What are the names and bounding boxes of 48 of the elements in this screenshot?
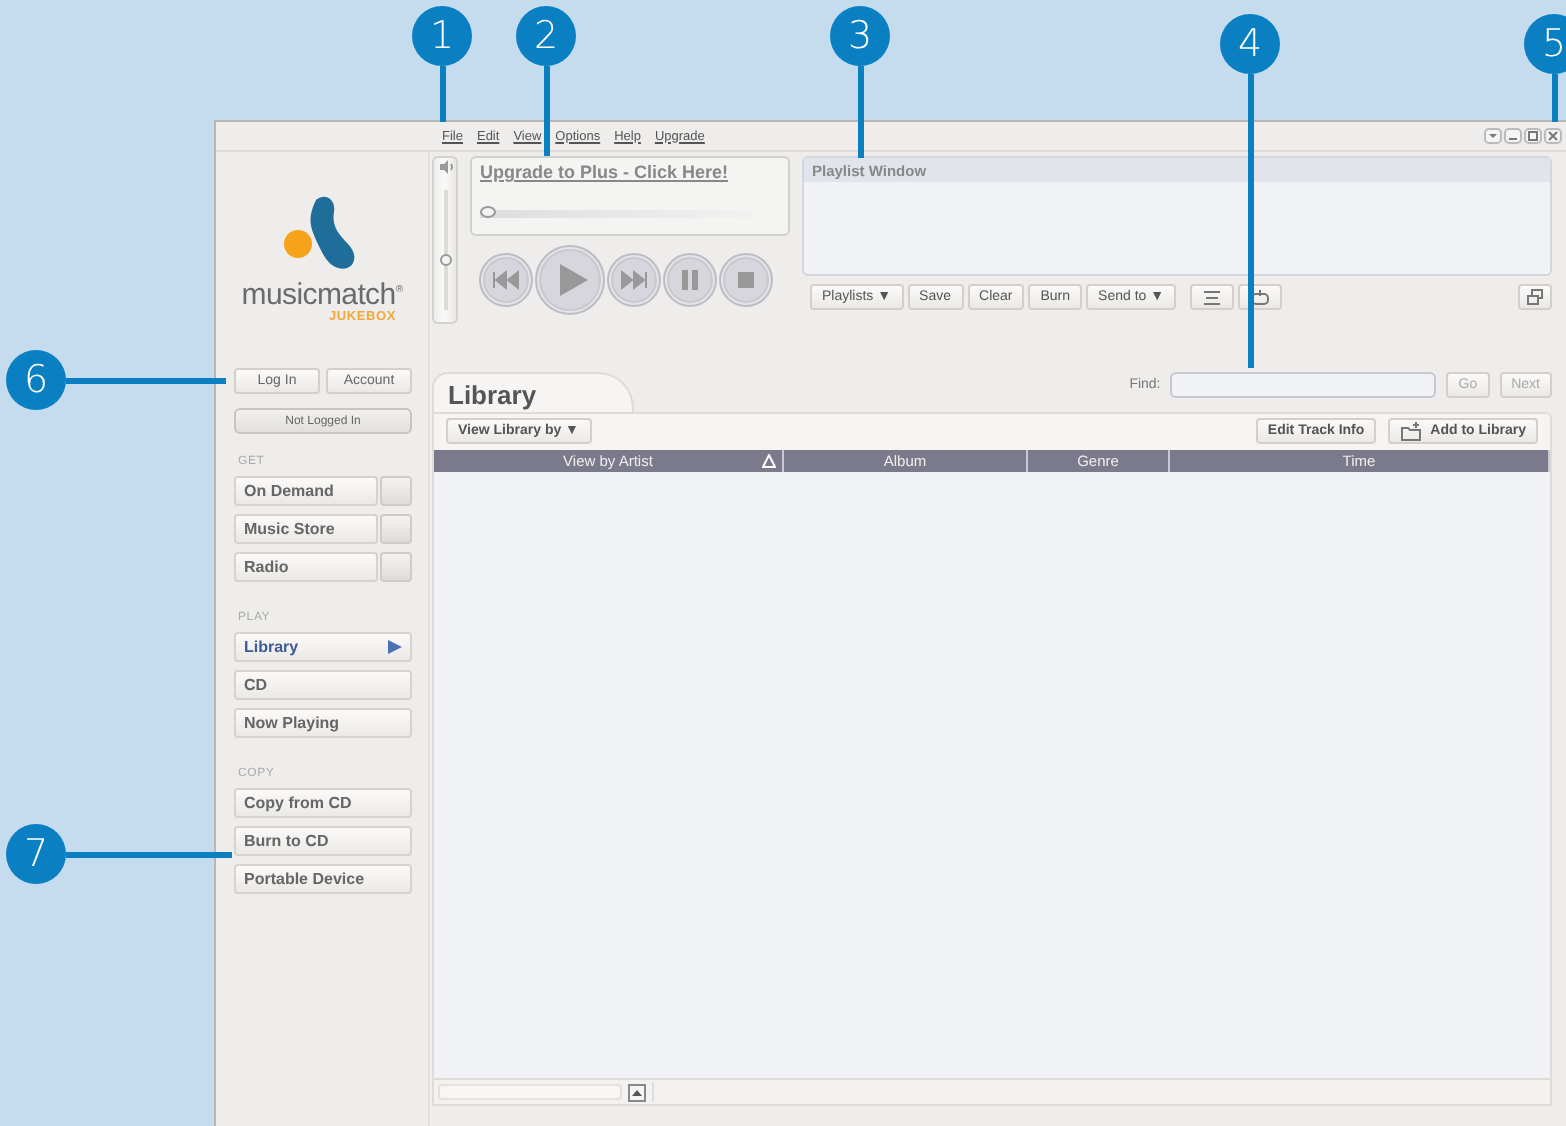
leader-line [857, 66, 863, 158]
upload-icon[interactable] [628, 1083, 646, 1101]
callout-badge: 7 [6, 824, 66, 884]
seek-thumb[interactable] [480, 206, 496, 218]
leader-line [439, 66, 445, 122]
list-view-button[interactable] [1190, 284, 1235, 310]
lines-icon [1202, 289, 1223, 305]
sidebar-item[interactable]: CD [234, 670, 412, 700]
sidebar-item[interactable]: Burn to CD [234, 826, 412, 856]
dropdown-icon[interactable] [1484, 128, 1502, 144]
detach-button[interactable] [1518, 284, 1552, 310]
leader-line [1551, 74, 1557, 122]
leader-line [543, 66, 549, 156]
side-button[interactable] [380, 552, 412, 582]
side-button[interactable] [380, 514, 412, 544]
sidebar-item[interactable]: Copy from CD [234, 788, 412, 818]
pause-icon[interactable] [662, 252, 718, 308]
library-tab[interactable]: Library [432, 372, 635, 412]
sidebar-item[interactable]: Portable Device [234, 864, 412, 894]
side-button[interactable] [380, 476, 412, 506]
windows-icon [1526, 288, 1544, 306]
play-arrow-icon [388, 640, 402, 654]
speaker-icon [437, 158, 453, 176]
next-icon[interactable] [606, 252, 662, 308]
callout-badge: 1 [412, 6, 472, 66]
close-icon[interactable] [1544, 128, 1562, 144]
sidebar-item[interactable]: Music Store [234, 514, 378, 544]
sidebar-item[interactable]: Radio [234, 552, 378, 582]
stop-icon[interactable] [718, 252, 774, 308]
sidebar-item[interactable]: Library [234, 632, 412, 662]
repeat-icon [1250, 289, 1271, 305]
sort-icon [762, 454, 776, 468]
find-field[interactable] [1170, 372, 1437, 398]
callout-badge: 5 [1524, 14, 1566, 74]
callout-badge: 2 [516, 6, 576, 66]
sidebar-item[interactable]: Now Playing [234, 708, 412, 738]
sidebar-item[interactable]: On Demand [234, 476, 378, 506]
callout-badge: 3 [830, 6, 890, 66]
callout-badge: 4 [1220, 14, 1280, 74]
minimize-icon[interactable] [1504, 128, 1522, 144]
previous-icon[interactable] [478, 252, 534, 308]
maximize-icon[interactable] [1524, 128, 1542, 144]
volume-slider[interactable] [432, 156, 458, 324]
volume-thumb[interactable] [440, 254, 452, 267]
play-icon[interactable] [534, 244, 606, 316]
logo-wordmark: musicmatch$^{®}$ [241, 276, 403, 310]
callout-badge: 6 [6, 350, 66, 410]
folder-icon [1400, 421, 1423, 441]
